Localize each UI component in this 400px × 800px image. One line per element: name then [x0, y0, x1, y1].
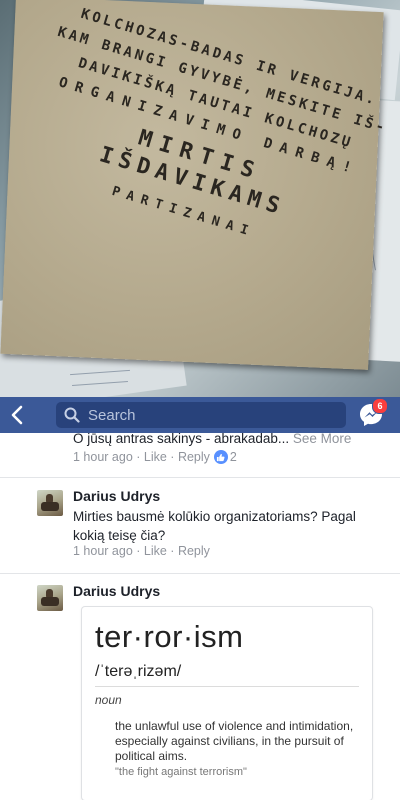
comment-meta: 1 hour ago · Like · Reply 2: [73, 450, 237, 464]
divider: [95, 686, 359, 687]
back-button[interactable]: [0, 397, 34, 433]
top-nav-bar: 6: [0, 397, 400, 433]
dictionary-pronunciation: /ˈterəˌrizəm/: [95, 663, 182, 680]
avatar[interactable]: [37, 490, 63, 516]
post-photo[interactable]: KOLCHOZAS-BADAS IR VERGIJA. KAM BRANGI G…: [0, 0, 400, 397]
comment-author[interactable]: Darius Udrys: [73, 488, 160, 504]
comments-section: O jūsų antras sakinys - abrakadab... See…: [0, 433, 400, 800]
dictionary-image-card[interactable]: ter·ror·ism /ˈterəˌrizəm/ noun the unlaw…: [82, 607, 372, 800]
leaflet-slogan: KOLCHOZAS-BADAS IR VERGIJA. KAM BRANGI G…: [0, 0, 400, 397]
avatar[interactable]: [37, 585, 63, 611]
reply-link[interactable]: Reply: [178, 450, 210, 464]
search-icon: [64, 407, 80, 423]
comment-text: O jūsų antras sakinys - abrakadab...: [73, 433, 290, 446]
dictionary-word: ter·ror·ism: [95, 619, 244, 654]
comment-author[interactable]: Darius Udrys: [73, 583, 160, 599]
divider: [0, 573, 400, 574]
reaction-count: 2: [229, 450, 237, 464]
reply-link[interactable]: Reply: [178, 544, 210, 558]
notification-badge: 6: [372, 398, 388, 414]
like-link[interactable]: Like: [144, 450, 167, 464]
divider: [0, 477, 400, 478]
dictionary-part-of-speech: noun: [95, 693, 122, 707]
comment-time[interactable]: 1 hour ago: [73, 450, 133, 464]
search-input[interactable]: [86, 405, 330, 425]
messenger-button[interactable]: 6: [356, 398, 388, 430]
dictionary-example: "the fight against terrorism": [115, 766, 247, 778]
search-box[interactable]: [56, 402, 346, 428]
dictionary-definition: the unlawful use of violence and intimid…: [115, 719, 354, 763]
comment-time[interactable]: 1 hour ago: [73, 544, 133, 558]
comment-meta: 1 hour ago · Like · Reply: [73, 544, 210, 558]
partisan-leaflet: KOLCHOZAS-BADAS IR VERGIJA. KAM BRANGI G…: [0, 0, 389, 370]
chevron-left-icon: [11, 405, 23, 425]
like-reaction-icon[interactable]: [213, 450, 228, 464]
comment-text-partial: O jūsų antras sakinys - abrakadab... See…: [73, 433, 351, 448]
comment-text: Mirties bausmė kolūkio organizatoriams? …: [73, 509, 356, 543]
see-more-link[interactable]: See More: [293, 433, 352, 446]
like-link[interactable]: Like: [144, 544, 167, 558]
